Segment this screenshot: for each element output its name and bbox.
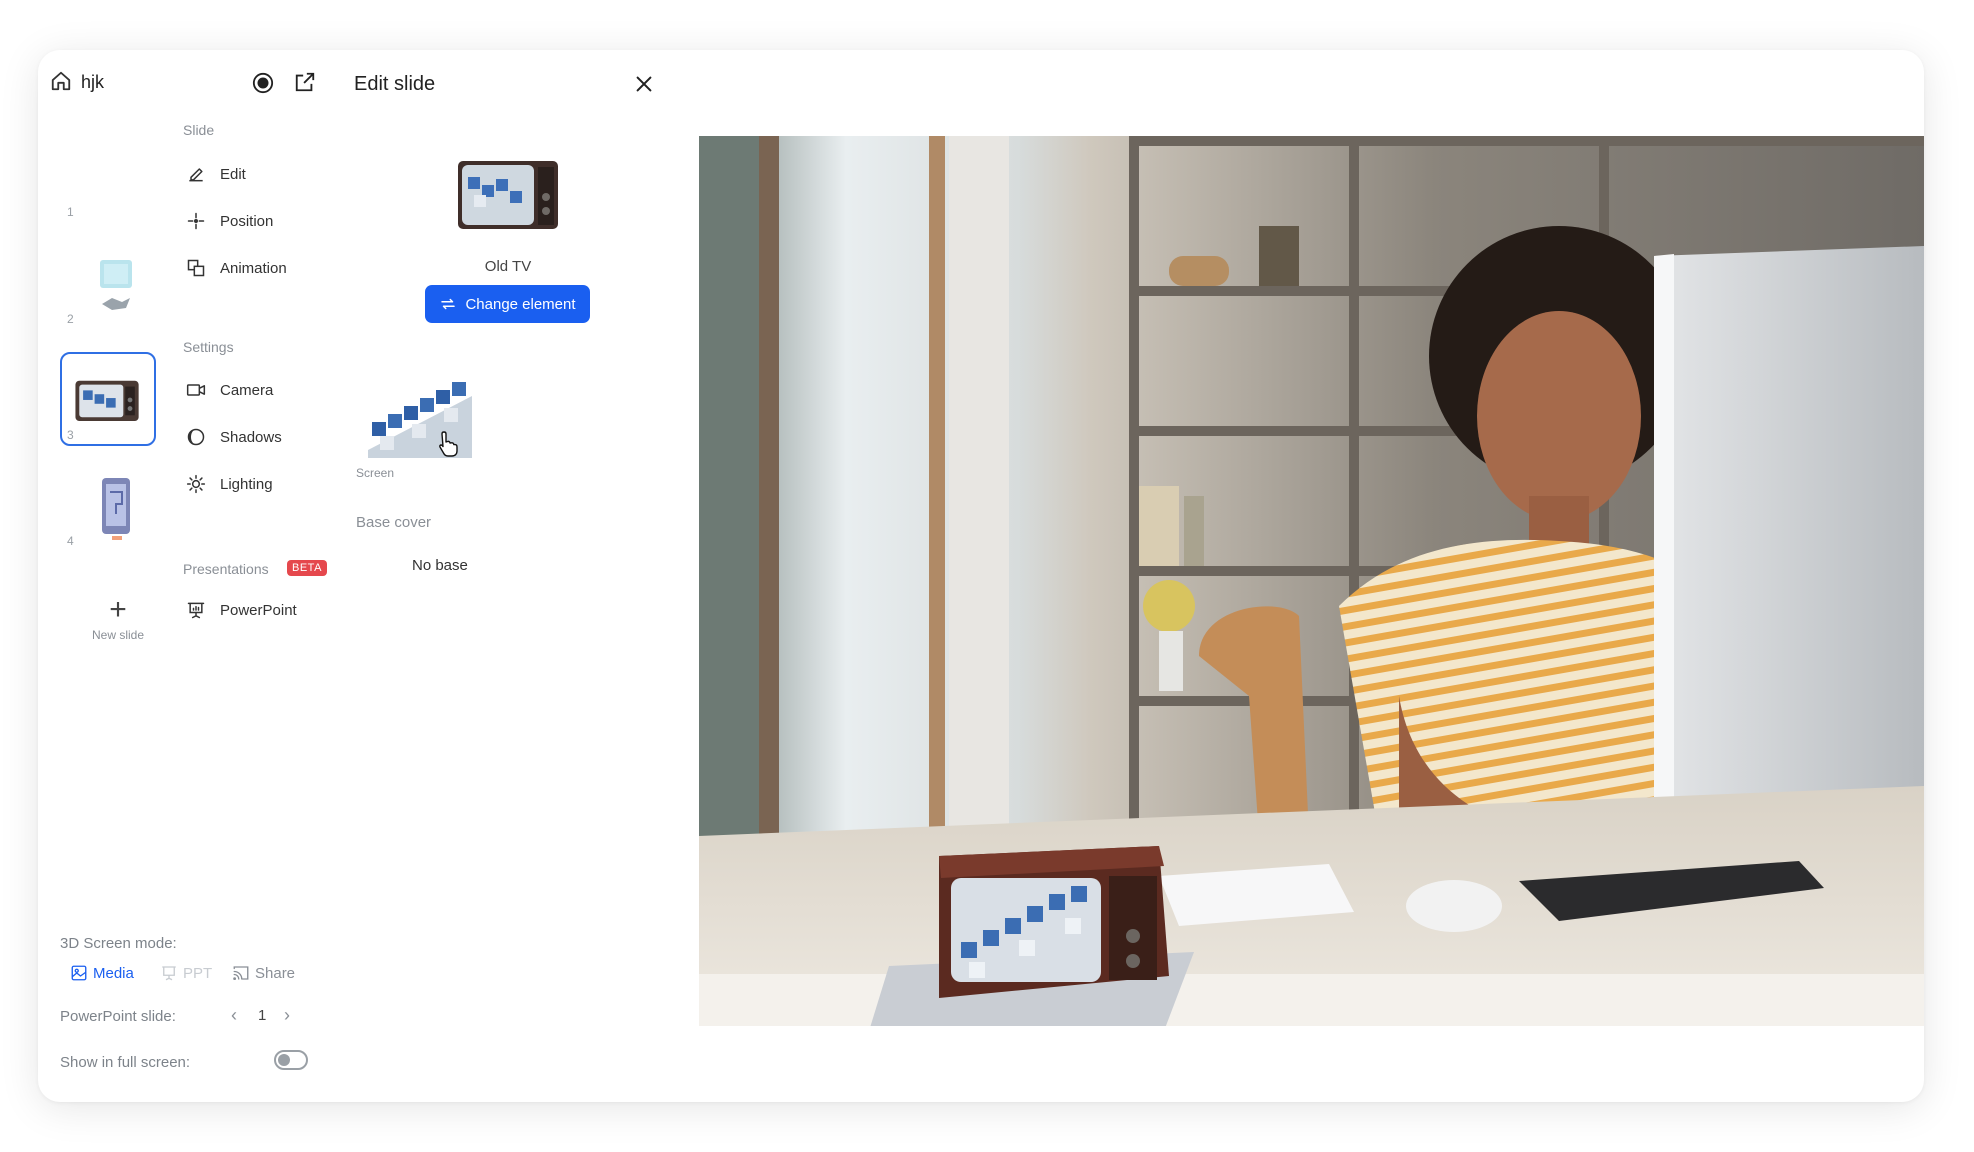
mode-ppt-button[interactable]: PPT bbox=[160, 964, 212, 982]
menu-edit-label: Edit bbox=[220, 165, 246, 183]
shadows-icon bbox=[187, 428, 205, 446]
slide-3-preview bbox=[75, 380, 139, 422]
slide-number: 1 bbox=[67, 205, 74, 219]
mode-media-button[interactable]: Media bbox=[70, 964, 134, 982]
slide-4-preview bbox=[102, 478, 130, 540]
project-name[interactable]: hjk bbox=[81, 72, 104, 93]
fullscreen-label: Show in full screen: bbox=[60, 1054, 191, 1071]
media-icon bbox=[71, 965, 87, 981]
mode-ppt-label: PPT bbox=[183, 964, 213, 982]
change-element-button[interactable]: Change element bbox=[425, 285, 590, 323]
slide-number: 2 bbox=[67, 312, 74, 326]
powerpoint-slide-number: 1 bbox=[258, 1007, 267, 1024]
home-icon[interactable] bbox=[50, 70, 72, 92]
plus-icon: + bbox=[109, 593, 127, 626]
share-icon bbox=[233, 966, 249, 981]
menu-powerpoint-label: PowerPoint bbox=[220, 601, 297, 619]
menu-camera-label: Camera bbox=[220, 381, 274, 399]
element-name: Old TV bbox=[484, 258, 532, 275]
base-cover-option[interactable]: No base bbox=[412, 557, 468, 574]
screen-label: Screen bbox=[356, 466, 395, 480]
mode-media-label: Media bbox=[93, 964, 134, 982]
position-icon bbox=[187, 212, 205, 230]
base-cover-label: Base cover bbox=[356, 514, 432, 531]
menu-shadows-label: Shadows bbox=[220, 428, 282, 446]
ppt-icon bbox=[162, 966, 176, 981]
menu-position-label: Position bbox=[220, 212, 274, 230]
menu-camera[interactable]: Camera bbox=[186, 376, 273, 404]
slide-thumb-4[interactable] bbox=[90, 474, 138, 546]
external-link-icon[interactable] bbox=[294, 71, 316, 93]
screen-mode-label: 3D Screen mode: bbox=[60, 935, 177, 952]
section-slide: Slide bbox=[183, 122, 215, 138]
powerpoint-icon bbox=[187, 602, 205, 619]
scene-image bbox=[699, 136, 1924, 1026]
pointer-cursor-icon bbox=[439, 431, 458, 457]
menu-animation-label: Animation bbox=[220, 259, 287, 277]
new-slide-button[interactable]: + New slide bbox=[78, 593, 158, 643]
menu-animation[interactable]: Animation bbox=[186, 254, 287, 282]
app-window: hjk Edit slide 1 2 3 4 + New slide Slide… bbox=[38, 50, 1924, 1102]
slide-number: 4 bbox=[67, 534, 74, 548]
change-element-label: Change element bbox=[465, 295, 576, 313]
camera-icon bbox=[186, 384, 206, 396]
mode-share-label: Share bbox=[255, 964, 296, 982]
section-settings: Settings bbox=[183, 339, 234, 355]
mode-share-button[interactable]: Share bbox=[232, 964, 295, 982]
slide-2-preview bbox=[100, 260, 132, 310]
chevron-right-icon[interactable]: › bbox=[284, 1005, 290, 1026]
menu-lighting-label: Lighting bbox=[220, 475, 273, 493]
menu-shadows[interactable]: Shadows bbox=[186, 423, 282, 451]
old-tv-preview bbox=[458, 161, 558, 229]
chevron-left-icon[interactable]: ‹ bbox=[231, 1005, 237, 1026]
edit-icon bbox=[189, 168, 203, 182]
fullscreen-toggle[interactable] bbox=[274, 1050, 308, 1070]
animation-icon bbox=[187, 259, 205, 277]
section-presentations: Presentations bbox=[183, 561, 269, 577]
lighting-icon bbox=[186, 474, 206, 494]
beta-badge: BETA bbox=[287, 560, 327, 576]
close-icon[interactable] bbox=[633, 73, 655, 95]
menu-lighting[interactable]: Lighting bbox=[186, 470, 273, 498]
scene-viewport[interactable] bbox=[699, 136, 1924, 1026]
change-icon bbox=[441, 298, 456, 310]
slide-thumb-2[interactable] bbox=[82, 254, 146, 324]
record-icon[interactable] bbox=[252, 72, 274, 94]
menu-powerpoint[interactable]: PowerPoint bbox=[186, 596, 297, 624]
menu-position[interactable]: Position bbox=[186, 207, 273, 235]
menu-edit[interactable]: Edit bbox=[186, 160, 246, 188]
slide-thumb-3[interactable] bbox=[60, 352, 156, 446]
slide-number: 3 bbox=[67, 428, 74, 442]
new-slide-label: New slide bbox=[91, 628, 145, 642]
powerpoint-slide-label: PowerPoint slide: bbox=[60, 1008, 176, 1025]
toggle-knob bbox=[278, 1054, 290, 1066]
panel-title: Edit slide bbox=[354, 73, 436, 95]
